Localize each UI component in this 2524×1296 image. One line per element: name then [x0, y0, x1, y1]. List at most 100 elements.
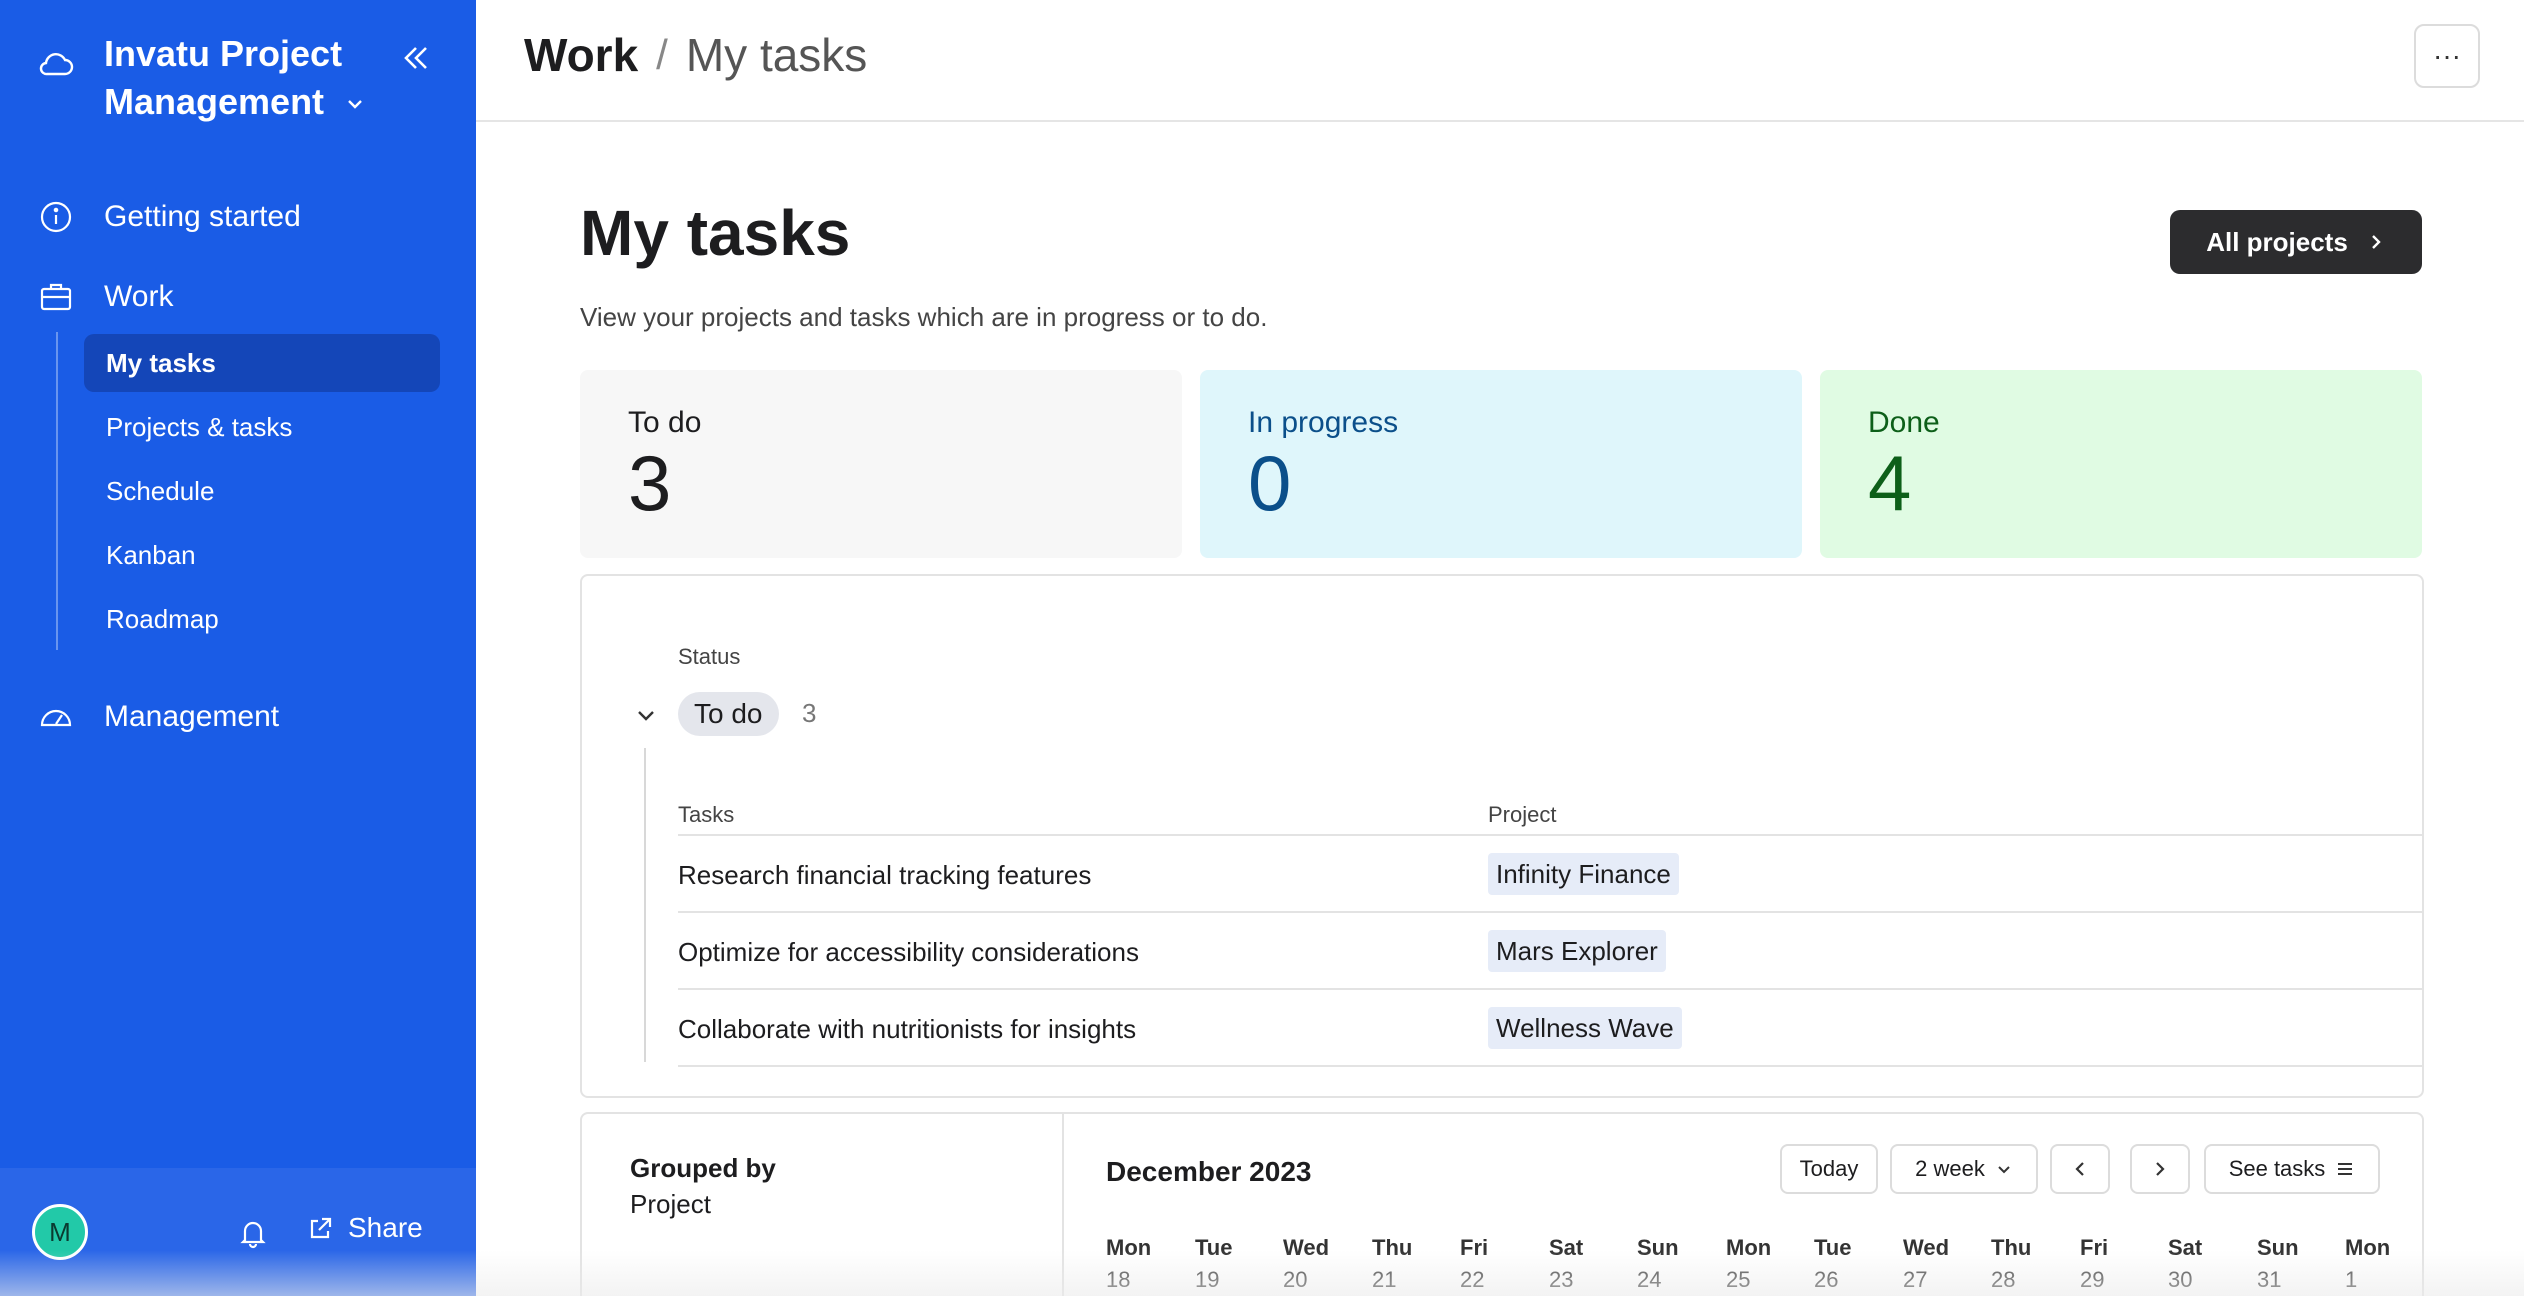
breadcrumb-work[interactable]: Work — [524, 28, 638, 82]
range-label: 2 week — [1915, 1156, 1985, 1181]
summary-count: 3 — [628, 439, 672, 527]
status-heading: Status — [678, 644, 741, 669]
subnav-roadmap[interactable]: Roadmap — [84, 590, 440, 648]
subnav-label: Projects & tasks — [106, 411, 293, 442]
sidebar: Invatu Project Management Getting starte… — [0, 0, 476, 1296]
all-projects-button[interactable]: All projects — [2170, 210, 2422, 274]
day-date: 21 — [1372, 1267, 1397, 1292]
summary-card-in-progress[interactable]: In progress 0 — [1200, 370, 1802, 558]
subnav-schedule[interactable]: Schedule — [84, 462, 440, 520]
day-name: Thu — [1991, 1235, 2032, 1260]
collapse-sidebar-icon[interactable] — [398, 40, 434, 76]
bell-icon[interactable] — [236, 1216, 270, 1250]
day-date: 25 — [1726, 1267, 1751, 1292]
previous-button[interactable] — [2050, 1144, 2110, 1194]
day-name: Mon — [1726, 1235, 1772, 1260]
day-name: Fri — [2080, 1235, 2109, 1260]
calendar-day: Sun 24 — [1637, 1232, 1679, 1296]
day-date: 1 — [2345, 1267, 2358, 1292]
subnav-kanban[interactable]: Kanban — [84, 526, 440, 584]
subnav-my-tasks[interactable]: My tasks — [84, 334, 440, 392]
column-header-project[interactable]: Project — [1488, 802, 1556, 828]
today-button[interactable]: Today — [1780, 1144, 1878, 1194]
project-tag[interactable]: Infinity Finance — [1488, 853, 1679, 895]
summary-count: 4 — [1868, 439, 1912, 527]
work-subnav: My tasks Projects & tasks Schedule Kanba… — [56, 332, 440, 650]
day-date: 27 — [1903, 1267, 1928, 1292]
table-row[interactable]: Optimize for accessibility consideration… — [678, 913, 2422, 990]
subnav-projects-tasks[interactable]: Projects & tasks — [84, 398, 440, 456]
grouped-by[interactable]: Grouped by Project — [630, 1150, 776, 1222]
nav-management[interactable]: Management — [36, 692, 456, 742]
share-button[interactable]: Share — [306, 1212, 423, 1244]
table-row[interactable]: Collaborate with nutritionists for insig… — [678, 990, 2422, 1067]
subnav-label: Schedule — [106, 475, 215, 506]
table-row[interactable]: Research financial tracking features Inf… — [678, 836, 2422, 913]
avatar[interactable]: M — [32, 1204, 88, 1260]
calendar-day: Sun 31 — [2257, 1232, 2299, 1296]
calendar-day: Mon 18 — [1106, 1232, 1151, 1296]
page-title: My tasks — [580, 197, 851, 269]
share-label: Share — [348, 1212, 423, 1243]
day-name: Sat — [2168, 1235, 2203, 1260]
see-tasks-label: See tasks — [2228, 1156, 2326, 1181]
calendar-day: Sat 23 — [1549, 1232, 1583, 1296]
subnav-label: Kanban — [106, 539, 196, 570]
calendar-day: Mon 25 — [1726, 1232, 1771, 1296]
schedule-panel: Grouped by Project December 2023 Today 2… — [580, 1112, 2424, 1296]
calendar-day: Tue 26 — [1814, 1232, 1851, 1296]
summary-label: In progress — [1248, 406, 1399, 439]
page-subtitle: View your projects and tasks which are i… — [580, 302, 1268, 332]
nav-work[interactable]: Work — [36, 272, 456, 322]
task-name[interactable]: Collaborate with nutritionists for insig… — [678, 1014, 1136, 1045]
day-date: 31 — [2257, 1267, 2282, 1292]
day-date: 18 — [1106, 1267, 1131, 1292]
calendar-day: Fri 29 — [2080, 1232, 2108, 1296]
calendar-month: December 2023 — [1106, 1156, 1312, 1187]
summary-card-todo[interactable]: To do 3 — [580, 370, 1182, 558]
summary-card-done[interactable]: Done 4 — [1820, 370, 2422, 558]
calendar-day: Wed 27 — [1903, 1232, 1949, 1296]
status-count: 3 — [802, 698, 817, 728]
tasks-table: Tasks Project Research financial trackin… — [678, 786, 2422, 1067]
day-name: Thu — [1372, 1235, 1413, 1260]
grouped-by-label: Grouped by — [630, 1153, 776, 1183]
workspace-name-text: Invatu Project Management — [104, 33, 343, 122]
day-date: 30 — [2168, 1267, 2193, 1292]
project-tag[interactable]: Wellness Wave — [1488, 1007, 1682, 1049]
project-tag[interactable]: Mars Explorer — [1488, 930, 1666, 972]
chevron-right-icon — [2371, 235, 2381, 249]
summary-count: 0 — [1248, 439, 1292, 527]
more-options-button[interactable]: ··· — [2414, 24, 2480, 88]
workspace-name[interactable]: Invatu Project Management — [104, 30, 404, 126]
nav-getting-started[interactable]: Getting started — [36, 192, 456, 242]
task-name[interactable]: Research financial tracking features — [678, 860, 1091, 891]
day-date: 24 — [1637, 1267, 1662, 1292]
calendar-day: Wed 20 — [1283, 1232, 1329, 1296]
next-button[interactable] — [2130, 1144, 2190, 1194]
task-name[interactable]: Optimize for accessibility consideration… — [678, 937, 1139, 968]
grouped-by-value: Project — [630, 1189, 711, 1219]
calendar-day: Thu 21 — [1372, 1232, 1412, 1296]
panel-divider — [1062, 1114, 1064, 1296]
calendar-day: Thu 28 — [1991, 1232, 2031, 1296]
share-icon — [310, 1217, 332, 1239]
chevron-right-icon — [2156, 1162, 2165, 1176]
day-date: 29 — [2080, 1267, 2105, 1292]
range-select[interactable]: 2 week — [1890, 1144, 2038, 1194]
summary-label: To do — [628, 406, 702, 439]
cloud-icon — [39, 53, 74, 76]
today-label: Today — [1799, 1156, 1859, 1181]
day-date: 23 — [1549, 1267, 1574, 1292]
nav-label: Management — [104, 700, 280, 733]
day-date: 22 — [1460, 1267, 1485, 1292]
briefcase-icon — [40, 283, 72, 311]
nav-label: Work — [104, 280, 174, 313]
column-header-tasks[interactable]: Tasks — [678, 802, 734, 828]
subnav-label: Roadmap — [106, 603, 219, 634]
nav-label: Getting started — [104, 200, 301, 233]
chevron-down-icon[interactable] — [632, 702, 660, 730]
calendar-day: Sat 30 — [2168, 1232, 2202, 1296]
day-date: 19 — [1195, 1267, 1220, 1292]
see-tasks-button[interactable]: See tasks — [2204, 1144, 2380, 1194]
